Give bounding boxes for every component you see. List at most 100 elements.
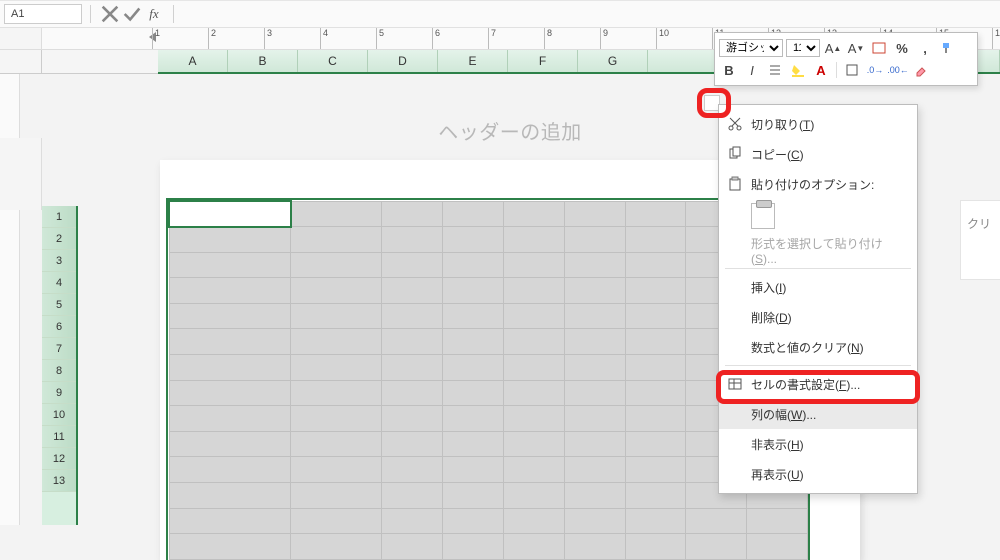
- name-box[interactable]: [4, 4, 82, 24]
- cell[interactable]: [169, 278, 291, 304]
- cell[interactable]: [503, 252, 564, 278]
- cell[interactable]: [169, 227, 291, 253]
- cell[interactable]: [503, 483, 564, 509]
- col-header[interactable]: B: [228, 50, 298, 72]
- cell[interactable]: [625, 227, 686, 253]
- cell[interactable]: [382, 303, 443, 329]
- cell[interactable]: [443, 431, 504, 457]
- cell[interactable]: [564, 483, 625, 509]
- cells-grid[interactable]: [166, 198, 810, 560]
- col-header[interactable]: E: [438, 50, 508, 72]
- cell[interactable]: [443, 252, 504, 278]
- increase-font-icon[interactable]: A▲: [823, 38, 843, 58]
- cell-A1[interactable]: [169, 201, 291, 227]
- cell[interactable]: [503, 303, 564, 329]
- ctx-cut[interactable]: 切り取り(T): [719, 109, 917, 139]
- ctx-unhide[interactable]: 再表示(U): [719, 459, 917, 489]
- decrease-decimal-icon[interactable]: .00←: [888, 60, 908, 80]
- cell[interactable]: [686, 508, 747, 534]
- cell[interactable]: [291, 534, 382, 560]
- ctx-hide[interactable]: 非表示(H): [719, 429, 917, 459]
- ctx-format-cells[interactable]: セルの書式設定(F)...: [719, 369, 917, 399]
- cell[interactable]: [564, 457, 625, 483]
- cancel-icon[interactable]: [99, 3, 121, 25]
- cell[interactable]: [382, 406, 443, 432]
- row-header[interactable]: 12: [42, 448, 76, 470]
- row-header[interactable]: 3: [42, 250, 76, 272]
- cell[interactable]: [503, 329, 564, 355]
- cell[interactable]: [443, 380, 504, 406]
- clear-icon[interactable]: [911, 60, 931, 80]
- select-all-corner[interactable]: [0, 50, 42, 74]
- ctx-copy[interactable]: コピー(C): [719, 139, 917, 169]
- cell[interactable]: [564, 278, 625, 304]
- cell[interactable]: [443, 227, 504, 253]
- cell[interactable]: [382, 431, 443, 457]
- cell[interactable]: [443, 329, 504, 355]
- cell[interactable]: [291, 303, 382, 329]
- cell[interactable]: [503, 201, 564, 227]
- cell[interactable]: [503, 508, 564, 534]
- cell[interactable]: [503, 227, 564, 253]
- cell[interactable]: [169, 329, 291, 355]
- cell[interactable]: [169, 406, 291, 432]
- cell[interactable]: [625, 406, 686, 432]
- font-name-select[interactable]: 游ゴシック: [719, 39, 783, 57]
- cell[interactable]: [625, 278, 686, 304]
- row-header[interactable]: 8: [42, 360, 76, 382]
- row-header[interactable]: 5: [42, 294, 76, 316]
- cell[interactable]: [564, 534, 625, 560]
- row-header[interactable]: 13: [42, 470, 76, 492]
- cell[interactable]: [169, 380, 291, 406]
- cell[interactable]: [291, 252, 382, 278]
- cell[interactable]: [564, 380, 625, 406]
- cell[interactable]: [503, 534, 564, 560]
- cell[interactable]: [382, 355, 443, 381]
- cell[interactable]: [564, 252, 625, 278]
- col-header[interactable]: A: [158, 50, 228, 72]
- cell[interactable]: [625, 303, 686, 329]
- cell[interactable]: [503, 380, 564, 406]
- col-header[interactable]: F: [508, 50, 578, 72]
- font-size-select[interactable]: 11: [786, 39, 820, 57]
- cell[interactable]: [291, 431, 382, 457]
- fx-icon[interactable]: fx: [143, 3, 165, 25]
- cell[interactable]: [291, 201, 382, 227]
- cell[interactable]: [625, 355, 686, 381]
- vertical-ruler[interactable]: [0, 210, 20, 525]
- cell[interactable]: [443, 355, 504, 381]
- comma-icon[interactable]: ,: [915, 38, 935, 58]
- col-header[interactable]: G: [578, 50, 648, 72]
- cell[interactable]: [291, 227, 382, 253]
- cell[interactable]: [503, 457, 564, 483]
- cell[interactable]: [503, 431, 564, 457]
- cell[interactable]: [169, 303, 291, 329]
- cell[interactable]: [564, 355, 625, 381]
- row-header[interactable]: 7: [42, 338, 76, 360]
- cell[interactable]: [291, 406, 382, 432]
- percent-icon[interactable]: %: [892, 38, 912, 58]
- side-panel[interactable]: クリ: [960, 200, 1000, 280]
- cell[interactable]: [382, 252, 443, 278]
- fill-color-icon[interactable]: [788, 60, 808, 80]
- row-header[interactable]: 1: [42, 206, 76, 228]
- cell[interactable]: [625, 431, 686, 457]
- cell[interactable]: [169, 457, 291, 483]
- cell[interactable]: [443, 483, 504, 509]
- cell[interactable]: [291, 483, 382, 509]
- cell[interactable]: [503, 355, 564, 381]
- cell[interactable]: [443, 508, 504, 534]
- cell[interactable]: [382, 227, 443, 253]
- cell[interactable]: [382, 508, 443, 534]
- cell[interactable]: [382, 329, 443, 355]
- cell[interactable]: [625, 534, 686, 560]
- col-header[interactable]: D: [368, 50, 438, 72]
- cell[interactable]: [382, 380, 443, 406]
- cell[interactable]: [382, 201, 443, 227]
- cell[interactable]: [564, 431, 625, 457]
- cell[interactable]: [291, 329, 382, 355]
- cell[interactable]: [686, 534, 747, 560]
- cell[interactable]: [169, 534, 291, 560]
- cell[interactable]: [169, 431, 291, 457]
- decrease-font-icon[interactable]: A▼: [846, 38, 866, 58]
